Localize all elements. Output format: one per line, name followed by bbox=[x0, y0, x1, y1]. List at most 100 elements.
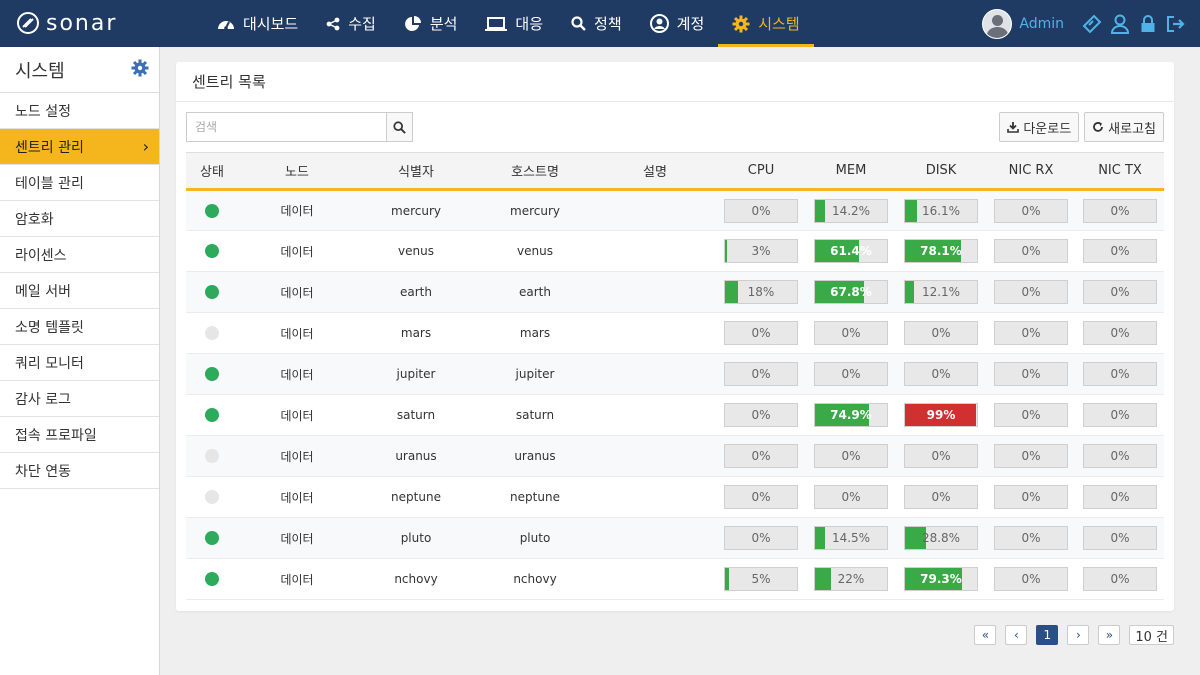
cell-disk: 28.8% bbox=[896, 517, 986, 559]
rx-usage-bar: 0% bbox=[994, 198, 1068, 223]
first-page-button[interactable]: « bbox=[974, 625, 997, 645]
page-size-select[interactable]: 10 건 bbox=[1129, 625, 1174, 645]
table-row[interactable]: 데이터 uranus uranus 0% 0% 0% 0% 0% bbox=[186, 435, 1164, 477]
current-page-button[interactable]: 1 bbox=[1036, 625, 1059, 645]
sidebar-item[interactable]: 차단 연동 bbox=[0, 453, 159, 489]
table-row[interactable]: 데이터 saturn saturn 0% 74.9% 99% 0% 0% bbox=[186, 394, 1164, 436]
sidebar-item[interactable]: 라이센스 bbox=[0, 237, 159, 273]
cell-desc bbox=[594, 558, 716, 600]
settings-gear-icon[interactable] bbox=[131, 59, 149, 81]
table-header-row: 상태 노드 식별자 호스트명 설명 CPU MEM DISK NIC RX NIC TX bbox=[186, 152, 1164, 191]
usage-bar-label: 28.8% bbox=[921, 531, 961, 545]
status-cell bbox=[186, 353, 238, 395]
sidebar-item[interactable]: 접속 프로파일 bbox=[0, 417, 159, 453]
cell-node: 데이터 bbox=[238, 558, 356, 600]
refresh-button[interactable]: 새로고침 bbox=[1084, 112, 1164, 142]
status-cell bbox=[186, 517, 238, 559]
sidebar-item[interactable]: 암호화 bbox=[0, 201, 159, 237]
rx-usage-bar: 0% bbox=[994, 526, 1068, 550]
cell-tx: 0% bbox=[1076, 517, 1164, 559]
cell-disk: 0% bbox=[896, 476, 986, 518]
table-row[interactable]: 데이터 nchovy nchovy 5% 22% 79.3% 0% 0% bbox=[186, 558, 1164, 600]
column-header[interactable]: 노드 bbox=[238, 152, 356, 191]
sidebar-item[interactable]: 쿼리 모니터 bbox=[0, 345, 159, 381]
download-button[interactable]: 다운로드 bbox=[999, 112, 1080, 142]
sidebar-item[interactable]: 테이블 관리 bbox=[0, 165, 159, 201]
column-header[interactable]: CPU bbox=[716, 152, 806, 191]
usage-bar-label: 0% bbox=[1110, 367, 1130, 381]
mem-usage-bar: 14.5% bbox=[814, 526, 888, 550]
column-header[interactable]: DISK bbox=[896, 152, 986, 191]
cell-host: venus bbox=[476, 230, 594, 272]
prev-page-button[interactable]: ‹ bbox=[1005, 625, 1028, 645]
status-cell bbox=[186, 394, 238, 436]
usage-bar-label: 0% bbox=[1110, 408, 1130, 422]
ticket-icon[interactable] bbox=[1082, 14, 1102, 34]
lock-icon[interactable] bbox=[1138, 14, 1158, 34]
table-row[interactable]: 데이터 earth earth 18% 67.8% 12.1% 0% 0% bbox=[186, 271, 1164, 313]
cell-desc bbox=[594, 517, 716, 559]
cell-desc bbox=[594, 394, 716, 436]
sidebar-item[interactable]: 감사 로그 bbox=[0, 381, 159, 417]
brand-logo[interactable]: sonar bbox=[16, 10, 117, 36]
column-header[interactable]: MEM bbox=[806, 152, 896, 191]
table-row[interactable]: 데이터 neptune neptune 0% 0% 0% 0% 0% bbox=[186, 476, 1164, 518]
table-row[interactable]: 데이터 mercury mercury 0% 14.2% 16.1% 0% 0% bbox=[186, 189, 1164, 231]
sidebar-item[interactable]: 노드 설정 bbox=[0, 93, 159, 129]
rx-usage-bar: 0% bbox=[994, 403, 1068, 427]
usage-bar-label: 0% bbox=[1110, 449, 1130, 463]
sidebar-item[interactable]: 센트리 관리 › bbox=[0, 129, 159, 165]
sidebar-item-label: 라이센스 bbox=[15, 247, 67, 264]
last-page-button[interactable]: » bbox=[1098, 625, 1121, 645]
cell-id: earth bbox=[356, 271, 476, 313]
logout-icon[interactable] bbox=[1166, 14, 1186, 34]
search-input[interactable] bbox=[186, 112, 386, 142]
status-dot bbox=[205, 449, 219, 464]
usage-bar-label: 0% bbox=[751, 326, 771, 340]
sidebar-item-label: 차단 연동 bbox=[15, 463, 71, 480]
cell-id: saturn bbox=[356, 394, 476, 436]
column-header[interactable]: NIC RX bbox=[986, 152, 1076, 191]
rx-usage-bar: 0% bbox=[994, 485, 1068, 509]
user-name[interactable]: Admin bbox=[1019, 16, 1064, 32]
search-box bbox=[186, 112, 413, 142]
tx-usage-bar: 0% bbox=[1083, 526, 1157, 550]
cell-disk: 99% bbox=[896, 394, 986, 436]
nav-response[interactable]: 대응 bbox=[471, 0, 557, 47]
sidebar-item-label: 메일 서버 bbox=[15, 283, 71, 300]
sidebar-item[interactable]: 메일 서버 bbox=[0, 273, 159, 309]
table-row[interactable]: 데이터 pluto pluto 0% 14.5% 28.8% 0% 0% bbox=[186, 517, 1164, 559]
table-row[interactable]: 데이터 jupiter jupiter 0% 0% 0% 0% 0% bbox=[186, 353, 1164, 395]
cpu-usage-bar: 0% bbox=[724, 321, 798, 345]
user-icon[interactable] bbox=[1110, 14, 1130, 34]
nav-policy[interactable]: 정책 bbox=[557, 0, 636, 47]
nav-collect[interactable]: 수집 bbox=[312, 0, 390, 47]
column-header[interactable]: 호스트명 bbox=[476, 152, 594, 191]
table-row[interactable]: 데이터 venus venus 3% 61.4% 78.1% 0% 0% bbox=[186, 230, 1164, 272]
nav-account[interactable]: 계정 bbox=[636, 0, 719, 47]
column-header[interactable]: 설명 bbox=[594, 152, 716, 191]
nav-analysis[interactable]: 분석 bbox=[390, 0, 472, 47]
avatar[interactable] bbox=[982, 8, 1013, 39]
column-header[interactable]: 상태 bbox=[186, 152, 238, 191]
column-header[interactable]: NIC TX bbox=[1076, 152, 1164, 191]
nav-system[interactable]: 시스템 bbox=[718, 0, 814, 47]
cell-rx: 0% bbox=[986, 230, 1076, 272]
usage-bar-label: 0% bbox=[841, 449, 861, 463]
search-button[interactable] bbox=[386, 112, 413, 142]
usage-bar-label: 0% bbox=[841, 367, 861, 381]
nav-dashboard[interactable]: 대시보드 bbox=[203, 0, 312, 47]
cell-id: jupiter bbox=[356, 353, 476, 395]
cpu-usage-bar: 0% bbox=[724, 198, 798, 223]
rx-usage-bar: 0% bbox=[994, 280, 1068, 304]
usage-bar-label: 0% bbox=[1021, 244, 1041, 258]
disk-usage-bar: 0% bbox=[904, 485, 978, 509]
column-header[interactable]: 식별자 bbox=[356, 152, 476, 191]
cpu-usage-bar: 5% bbox=[724, 567, 798, 591]
next-page-button[interactable]: › bbox=[1067, 625, 1090, 645]
cell-id: nchovy bbox=[356, 558, 476, 600]
usage-bar-label: 0% bbox=[1110, 203, 1130, 218]
table-row[interactable]: 데이터 mars mars 0% 0% 0% 0% 0% bbox=[186, 312, 1164, 354]
usage-bar-label: 0% bbox=[1110, 490, 1130, 504]
sidebar-item[interactable]: 소명 템플릿 bbox=[0, 309, 159, 345]
